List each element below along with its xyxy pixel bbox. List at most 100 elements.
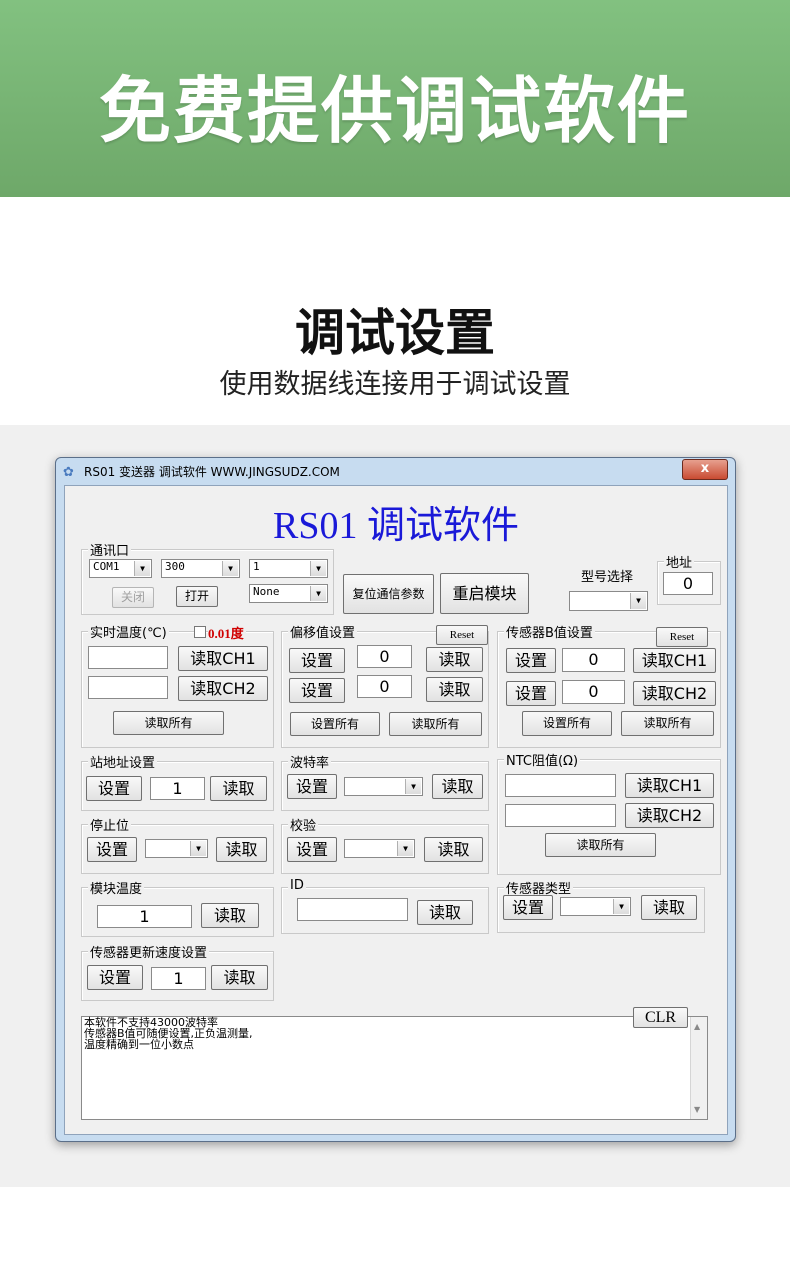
- module-temp-label: 模块温度: [88, 878, 145, 897]
- id-field[interactable]: [297, 898, 408, 921]
- stopbit-set-button[interactable]: 设置: [87, 837, 137, 862]
- baud-value: 300: [165, 560, 185, 573]
- section-title: 调试设置: [295, 304, 495, 362]
- bvalue-set2-button[interactable]: 设置: [506, 681, 556, 706]
- address-group: 地址 0: [657, 552, 721, 605]
- update-rate-read-button[interactable]: 读取: [211, 965, 268, 990]
- sensor-type-set-button[interactable]: 设置: [503, 895, 553, 920]
- app-gear-icon: ✿: [63, 465, 74, 480]
- sensor-type-group: 传感器类型 设置 ▼ 读取: [497, 878, 705, 933]
- chevron-down-icon: ▼: [134, 561, 150, 576]
- offset-set2-button[interactable]: 设置: [289, 678, 345, 703]
- client-area: RS01 调试软件 通讯口 COM1 ▼ 300 ▼ 1 ▼ 关闭 打开 None ▼ …: [64, 485, 728, 1135]
- close-port-button[interactable]: 关闭: [112, 587, 154, 608]
- realtime-read-ch1-button[interactable]: 读取CH1: [178, 646, 268, 671]
- offset-read-all-button[interactable]: 读取所有: [389, 712, 482, 736]
- ntc-label: NTC阻值(Ω): [504, 750, 581, 769]
- offset-read1-button[interactable]: 读取: [426, 647, 483, 672]
- stopbit-label: 停止位: [88, 815, 132, 834]
- reset-comm-params-button[interactable]: 复位通信参数: [343, 574, 434, 614]
- restart-module-button[interactable]: 重启模块: [440, 573, 529, 614]
- offset-read2-button[interactable]: 读取: [426, 677, 483, 702]
- realtime-ch1-field[interactable]: [88, 646, 168, 669]
- checksum-read-button[interactable]: 读取: [424, 837, 483, 862]
- app-window: ✿ RS01 变送器 调试软件 WWW.JINGSUDZ.COM x RS01 …: [55, 457, 736, 1142]
- chevron-down-icon: ▼: [222, 561, 238, 576]
- offset-set1-button[interactable]: 设置: [289, 648, 345, 673]
- realtime-read-ch2-button[interactable]: 读取CH2: [178, 676, 268, 701]
- ntc-ch2-field[interactable]: [505, 804, 616, 827]
- parity-select[interactable]: None ▼: [249, 584, 328, 603]
- sensor-type-select[interactable]: ▼: [560, 897, 631, 916]
- checksum-set-button[interactable]: 设置: [287, 837, 337, 862]
- bvalue-read-ch1-button[interactable]: 读取CH1: [633, 648, 716, 673]
- bvalue-reset-button[interactable]: Reset: [656, 627, 708, 647]
- ntc-group: NTC阻值(Ω) 读取CH1 读取CH2 读取所有: [497, 750, 721, 875]
- ntc-read-ch2-button[interactable]: 读取CH2: [625, 803, 714, 828]
- banner-title: 免费提供调试软件: [98, 69, 691, 153]
- offset-label: 偏移值设置: [288, 622, 358, 641]
- station-field[interactable]: 1: [150, 777, 205, 800]
- address-field[interactable]: 0: [663, 572, 713, 595]
- bvalue-set1-button[interactable]: 设置: [506, 648, 556, 673]
- baudrate-label: 波特率: [288, 752, 332, 771]
- stopbit-read-button[interactable]: 读取: [216, 837, 267, 862]
- baud-select[interactable]: 300 ▼: [161, 559, 240, 578]
- chevron-down-icon: ▼: [310, 586, 326, 601]
- realtime-read-all-button[interactable]: 读取所有: [113, 711, 224, 735]
- realtime-ch2-field[interactable]: [88, 676, 168, 699]
- sensor-type-read-button[interactable]: 读取: [641, 895, 697, 920]
- checksum-label: 校验: [288, 815, 319, 834]
- chevron-down-icon: ▼: [397, 841, 413, 856]
- window-close-button[interactable]: x: [682, 459, 728, 480]
- scroll-down-icon[interactable]: ▼: [694, 1104, 700, 1115]
- chevron-down-icon: ▼: [613, 899, 629, 914]
- offset-val2-field[interactable]: 0: [357, 675, 412, 698]
- stopbit-select[interactable]: ▼: [145, 839, 208, 858]
- open-port-button[interactable]: 打开: [176, 586, 218, 607]
- address-label: 地址: [664, 552, 695, 571]
- id-read-button[interactable]: 读取: [417, 900, 473, 925]
- station-read-button[interactable]: 读取: [210, 776, 267, 801]
- ntc-ch1-field[interactable]: [505, 774, 616, 797]
- bvalue-read-all-button[interactable]: 读取所有: [621, 711, 714, 736]
- section-subtitle: 使用数据线连接用于调试设置: [219, 369, 571, 400]
- update-rate-set-button[interactable]: 设置: [87, 965, 143, 990]
- module-temp-read-button[interactable]: 读取: [201, 903, 259, 928]
- port-value: COM1: [93, 560, 120, 573]
- baudrate-group: 波特率 设置 ▼ 读取: [281, 752, 489, 811]
- bvalue-label: 传感器B值设置: [504, 622, 595, 641]
- window-title: RS01 变送器 调试软件 WWW.JINGSUDZ.COM: [84, 465, 340, 479]
- station-set-button[interactable]: 设置: [86, 776, 142, 801]
- clear-log-button[interactable]: CLR: [633, 1007, 688, 1028]
- ntc-read-ch1-button[interactable]: 读取CH1: [625, 773, 714, 798]
- parity-value: None: [253, 585, 280, 598]
- offset-set-all-button[interactable]: 设置所有: [290, 712, 380, 736]
- module-temp-field[interactable]: 1: [97, 905, 192, 928]
- offset-val1-field[interactable]: 0: [357, 645, 412, 668]
- comm-group: 通讯口 COM1 ▼ 300 ▼ 1 ▼ 关闭 打开 None ▼: [81, 540, 334, 615]
- update-rate-field[interactable]: 1: [151, 967, 206, 990]
- bvalue-val1-field[interactable]: 0: [562, 648, 625, 672]
- offset-group: 偏移值设置 Reset 设置 0 读取 设置 0 读取 设置所有 读取所有: [281, 622, 489, 748]
- offset-reset-button[interactable]: Reset: [436, 625, 488, 645]
- log-textarea[interactable]: 本软件不支持43000波特率 传感器B值可随便设置,正负温测量, 温度精确到一位…: [81, 1016, 708, 1120]
- bvalue-read-ch2-button[interactable]: 读取CH2: [633, 681, 716, 706]
- precision-checkbox[interactable]: [194, 626, 206, 638]
- port-select[interactable]: COM1 ▼: [89, 559, 152, 578]
- checksum-select[interactable]: ▼: [344, 839, 415, 858]
- module-temp-group: 模块温度 1 读取: [81, 878, 274, 937]
- address-select[interactable]: 1 ▼: [249, 559, 328, 578]
- model-select[interactable]: ▼: [569, 591, 648, 611]
- baudrate-read-button[interactable]: 读取: [432, 774, 483, 799]
- ntc-read-all-button[interactable]: 读取所有: [545, 833, 656, 857]
- baudrate-set-button[interactable]: 设置: [287, 774, 337, 799]
- bvalue-set-all-button[interactable]: 设置所有: [522, 711, 612, 736]
- log-scrollbar[interactable]: ▲ ▼: [690, 1017, 707, 1119]
- scroll-up-icon[interactable]: ▲: [694, 1021, 700, 1032]
- id-label: ID: [288, 878, 306, 893]
- baudrate-select[interactable]: ▼: [344, 777, 423, 796]
- realtime-temp-group: 实时温度(℃) 0.01度 读取CH1 读取CH2 读取所有: [81, 622, 274, 748]
- comm-group-label: 通讯口: [88, 540, 132, 559]
- bvalue-val2-field[interactable]: 0: [562, 680, 625, 704]
